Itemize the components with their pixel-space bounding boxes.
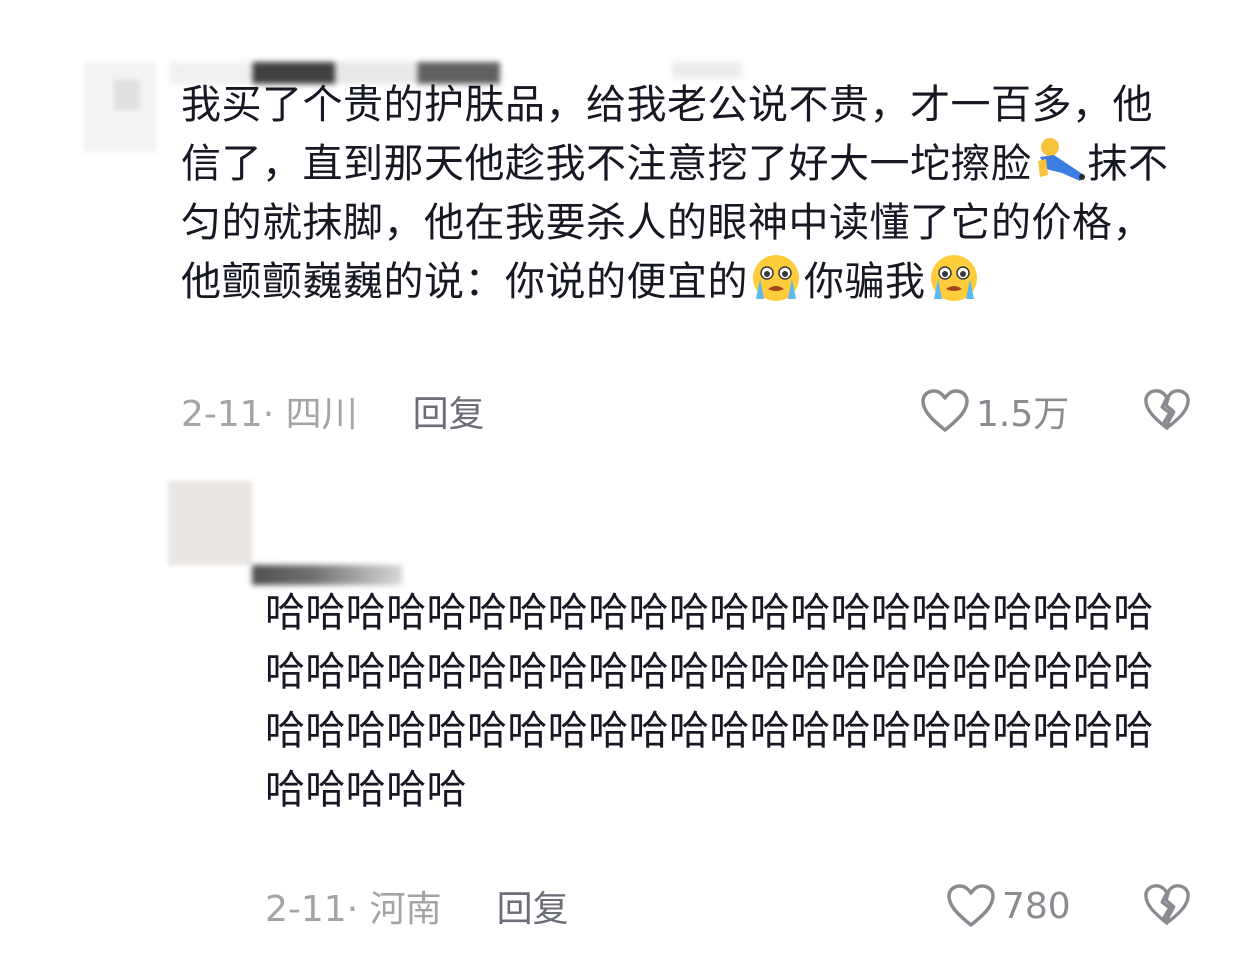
heart-outline-icon — [921, 389, 969, 432]
comment-1-text-part-1: 我买了个贵的护肤品，给我老公说不贵，才一百多，他信了，直到那天他趁我不注意挖了好… — [181, 82, 1153, 187]
comment-1-date-location: 2-11· 四川 — [181, 394, 358, 435]
broken-heart-icon[interactable] — [1143, 386, 1191, 434]
comment-2-meta: 2-11· 河南 回复 — [265, 881, 569, 931]
comment-1-reply-button[interactable]: 回复 — [413, 385, 485, 437]
username-redacted — [252, 565, 402, 585]
comment-thread: 我买了个贵的护肤品，给我老公说不贵，才一百多，他信了，直到那天他趁我不注意挖了好… — [0, 0, 1242, 957]
comment-2-date-location: 2-11· 河南 — [265, 889, 442, 930]
comment-1-text: 我买了个贵的护肤品，给我老公说不贵，才一百多，他信了，直到那天他趁我不注意挖了好… — [181, 76, 1181, 312]
comment-2-text: 哈哈哈哈哈哈哈哈哈哈哈哈哈哈哈哈哈哈哈哈哈哈哈哈哈哈哈哈哈哈哈哈哈哈哈哈哈哈哈哈… — [265, 590, 1154, 813]
broken-heart-icon[interactable] — [1143, 881, 1191, 929]
avatar[interactable] — [84, 62, 156, 152]
comment-2-reply-button[interactable]: 回复 — [497, 880, 569, 932]
heart-outline-icon — [947, 884, 995, 927]
comment-1-meta: 2-11· 四川 回复 — [181, 386, 485, 436]
comment-2-like-count: 780 — [1002, 885, 1071, 927]
crying-face-emoji — [753, 255, 799, 301]
comment-1-text-part-3: 你骗我 — [804, 259, 926, 305]
comment-2-like-button[interactable]: 780 — [946, 881, 1071, 931]
comment-1-like-button[interactable]: 1.5万 — [920, 386, 1069, 436]
crying-face-emoji — [930, 255, 977, 301]
comment-1-like-count: 1.5万 — [976, 394, 1070, 435]
falling-person-emoji — [1037, 138, 1085, 181]
avatar[interactable] — [168, 481, 252, 565]
